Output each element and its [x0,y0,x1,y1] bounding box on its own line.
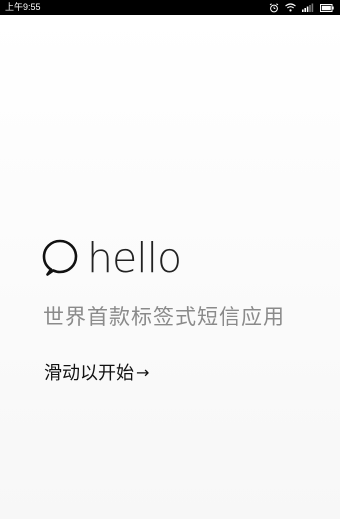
hello-logo: hello [42,231,182,285]
status-icons [269,2,334,13]
intro-screen[interactable]: hello 世界首款标签式短信应用 滑动以开始 → [0,15,340,519]
swipe-to-start[interactable]: 滑动以开始 → [44,359,149,385]
alarm-icon [269,2,279,13]
start-label: 滑动以开始 [44,363,134,384]
chat-bubble-icon [42,238,78,278]
signal-icon [302,3,314,12]
wifi-icon [285,3,296,12]
status-bar: 上午9:55 [0,0,340,15]
arrow-right-icon: → [136,362,150,382]
tagline: 世界首款标签式短信应用 [43,305,285,329]
status-time: 上午9:55 [5,2,41,12]
hello-wordmark: hello [87,234,182,282]
battery-icon [320,3,334,12]
